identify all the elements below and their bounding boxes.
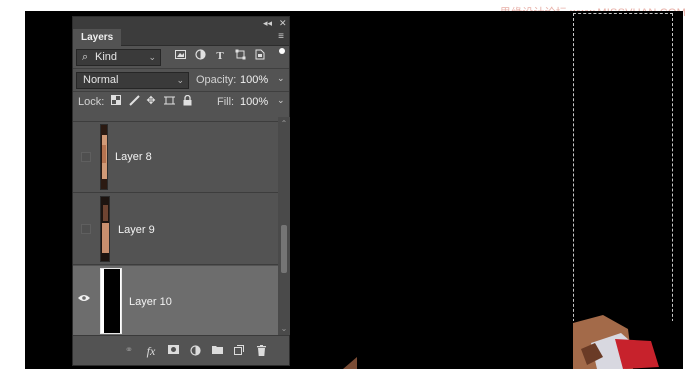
new-layer-icon[interactable] [233,345,245,357]
filter-row: ⌕ Kind ⌄ T [73,46,289,68]
filter-toggle-knob [279,48,285,54]
adjustment-filter-icon[interactable] [193,49,207,63]
lock-transparent-pixels-icon[interactable] [110,95,122,107]
fill-value[interactable]: 100% [240,96,268,108]
shape-filter-icon[interactable] [233,49,247,63]
layer-row-layer-9[interactable]: Layer 9 [73,194,278,265]
kind-filter-label: Kind [95,51,118,63]
blend-mode-select[interactable]: Normal ⌄ [76,72,189,89]
lock-all-icon[interactable] [181,94,193,107]
eye-icon[interactable] [78,293,90,305]
layer-list: Layer 8 Layer 9 Layer 10 [73,117,278,337]
panel-tabbar: Layers ≡ [73,29,289,47]
lock-label: Lock: [78,96,105,108]
close-panel-icon[interactable]: ✕ [279,17,287,29]
lock-image-pixels-icon[interactable] [128,95,140,107]
link-layers-icon[interactable]: ⚭ [123,345,135,357]
fx-icon[interactable]: fx [145,345,157,357]
layer-name[interactable]: Layer 9 [118,224,155,236]
layer-thumbnail [100,124,108,190]
panel-titlebar[interactable]: ◂◂ ✕ [73,17,289,29]
opacity-value[interactable]: 100% [240,74,268,86]
filter-toggle-switch[interactable] [279,48,285,63]
mask-icon[interactable] [167,345,179,357]
opacity-label: Opacity: [196,74,237,86]
tab-layers[interactable]: Layers [73,29,122,47]
image-fragment [573,315,673,369]
search-icon: ⌕ [82,51,89,63]
layer-name[interactable]: Layer 10 [129,296,172,308]
chevron-down-icon: ⌄ [148,52,156,62]
scroll-thumb[interactable] [281,225,287,273]
lock-row: Lock: ✥ Fill: 100% ⌄ [73,92,289,114]
pixel-filter-icon[interactable] [173,49,187,63]
fill-label: Fill: [217,96,235,108]
layers-panel: ◂◂ ✕ Layers ≡ ⌕ Kind ⌄ T Normal ⌄ Opacit… [72,16,290,366]
smart-object-filter-icon[interactable] [253,49,267,63]
blend-row: Normal ⌄ Opacity: 100% ⌄ [73,69,289,91]
type-filter-icon[interactable]: T [213,49,227,63]
layer-thumbnail [100,196,110,262]
chevron-down-icon: ⌄ [176,75,184,85]
layer-name[interactable]: Layer 8 [115,151,152,163]
collapse-panel-icon[interactable]: ◂◂ [263,17,272,29]
image-fragment-small [343,357,357,369]
trash-icon[interactable] [255,345,267,357]
layer-list-scrollbar[interactable]: ⌃ ⌄ [278,117,290,335]
opacity-chevron-icon[interactable]: ⌄ [277,73,285,84]
layer-row-layer-8[interactable]: Layer 8 [73,122,278,193]
fill-chevron-icon[interactable]: ⌄ [277,95,285,106]
visibility-toggle[interactable] [81,152,91,162]
blend-mode-value: Normal [83,74,119,86]
panel-menu-icon[interactable]: ≡ [278,32,284,42]
layer-thumbnail [100,268,122,334]
layer-row-layer-10[interactable]: Layer 10 [73,266,278,337]
kind-filter-select[interactable]: ⌕ Kind ⌄ [76,49,161,66]
layers-footer-toolbar: ⚭ fx [73,335,289,365]
scroll-down-icon[interactable]: ⌄ [278,324,290,333]
visibility-toggle[interactable] [81,224,91,234]
lock-artboard-icon[interactable] [163,95,175,107]
scroll-up-icon[interactable]: ⌃ [278,119,290,128]
lock-position-icon[interactable]: ✥ [145,95,157,107]
group-folder-icon[interactable] [211,345,223,357]
adjustment-layer-icon[interactable] [189,345,201,357]
